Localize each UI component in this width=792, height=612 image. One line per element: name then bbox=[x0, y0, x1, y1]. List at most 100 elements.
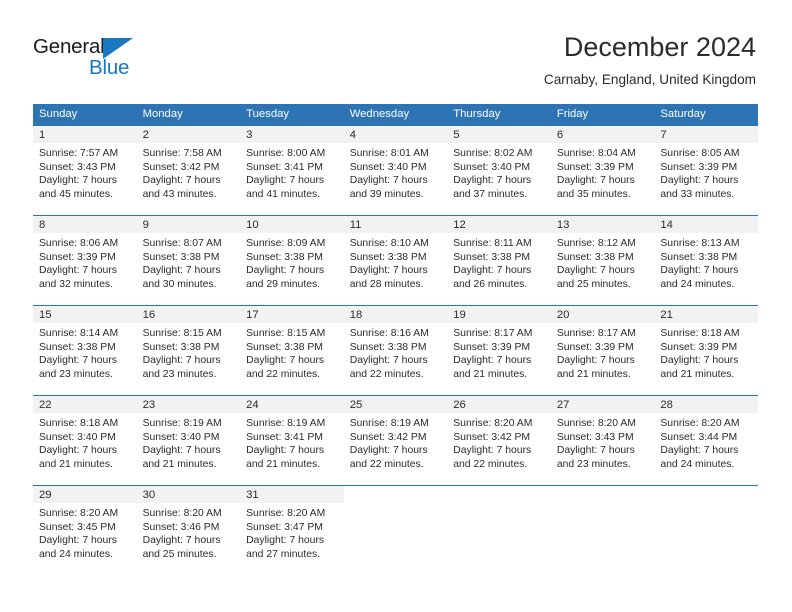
sunset-text: Sunset: 3:45 PM bbox=[39, 521, 116, 533]
daylight-text-line2: and 21 minutes. bbox=[142, 458, 217, 470]
calendar-day-cell[interactable]: 2 Sunrise: 7:58 AM Sunset: 3:42 PM Daylight… bbox=[136, 125, 241, 216]
sunrise-text: Sunrise: 8:17 AM bbox=[453, 328, 533, 339]
calendar-day-cell[interactable]: 15 Sunrise: 8:14 AM Sunset: 3:38 PM Dayligh… bbox=[33, 305, 137, 396]
calendar-day-cell bbox=[343, 485, 448, 575]
calendar-day-cell bbox=[550, 485, 655, 575]
day-number: 1 bbox=[33, 126, 137, 143]
daylight-text-line1: Daylight: 7 hours bbox=[142, 535, 221, 547]
brand-name-secondary: Blue bbox=[89, 56, 130, 79]
sunset-text: Sunset: 3:44 PM bbox=[660, 431, 738, 443]
calendar-day-cell[interactable]: 14 Sunrise: 8:13 AM Sunset: 3:38 PM Dayligh… bbox=[654, 215, 758, 306]
day-cell-inner: 1 Sunrise: 7:57 AM Sunset: 3:43 PM Daylight… bbox=[33, 126, 137, 215]
calendar-day-cell[interactable]: 26 Sunrise: 8:20 AM Sunset: 3:42 PM Dayligh… bbox=[447, 395, 551, 486]
day-number: 6 bbox=[550, 126, 655, 143]
day-cell-inner: 2 Sunrise: 7:58 AM Sunset: 3:42 PM Daylight… bbox=[136, 126, 241, 215]
daylight-text-line2: and 22 minutes. bbox=[349, 458, 424, 470]
calendar-day-cell[interactable]: 8 Sunrise: 8:06 AM Sunset: 3:39 PM Daylight… bbox=[33, 215, 137, 306]
brand-logo[interactable]: General Blue bbox=[33, 35, 163, 83]
day-details: Sunrise: 8:17 AM Sunset: 3:39 PM Daylight:… bbox=[551, 323, 655, 381]
daylight-text-line2: and 25 minutes. bbox=[556, 278, 631, 290]
calendar-day-cell[interactable]: 10 Sunrise: 8:09 AM Sunset: 3:38 PM Dayligh… bbox=[240, 215, 344, 306]
calendar-day-cell[interactable]: 6 Sunrise: 8:04 AM Sunset: 3:39 PM Daylight… bbox=[550, 125, 655, 216]
day-number: 26 bbox=[447, 396, 551, 413]
calendar-day-cell[interactable]: 16 Sunrise: 8:15 AM Sunset: 3:38 PM Dayligh… bbox=[136, 305, 241, 396]
calendar-day-cell[interactable]: 19 Sunrise: 8:17 AM Sunset: 3:39 PM Dayligh… bbox=[447, 305, 551, 396]
calendar-day-cell[interactable]: 30 Sunrise: 8:20 AM Sunset: 3:46 PM Dayligh… bbox=[136, 485, 241, 575]
calendar-day-cell[interactable]: 13 Sunrise: 8:12 AM Sunset: 3:38 PM Dayligh… bbox=[550, 215, 655, 306]
day-details: Sunrise: 7:58 AM Sunset: 3:42 PM Daylight:… bbox=[137, 143, 241, 201]
calendar-day-cell[interactable]: 29 Sunrise: 8:20 AM Sunset: 3:45 PM Dayligh… bbox=[33, 485, 137, 575]
calendar-day-cell[interactable]: 5 Sunrise: 8:02 AM Sunset: 3:40 PM Daylight… bbox=[447, 125, 551, 216]
day-number: 11 bbox=[343, 216, 448, 233]
calendar-day-cell[interactable]: 25 Sunrise: 8:19 AM Sunset: 3:42 PM Dayligh… bbox=[343, 395, 448, 486]
sunset-text: Sunset: 3:43 PM bbox=[556, 431, 634, 443]
sunrise-text: Sunrise: 8:19 AM bbox=[142, 418, 222, 429]
day-cell-inner: 8 Sunrise: 8:06 AM Sunset: 3:39 PM Daylight… bbox=[33, 216, 137, 305]
weekday-header-sunday: Sunday bbox=[33, 104, 137, 126]
calendar-day-cell[interactable]: 28 Sunrise: 8:20 AM Sunset: 3:44 PM Dayligh… bbox=[654, 395, 758, 486]
sunset-text: Sunset: 3:42 PM bbox=[142, 161, 220, 173]
day-cell-inner: 7 Sunrise: 8:05 AM Sunset: 3:39 PM Daylight… bbox=[654, 126, 758, 215]
sunrise-text: Sunrise: 8:17 AM bbox=[556, 328, 636, 339]
day-cell-inner: 28 Sunrise: 8:20 AM Sunset: 3:44 PM Dayligh… bbox=[654, 396, 758, 485]
calendar-day-cell[interactable]: 4 Sunrise: 8:01 AM Sunset: 3:40 PM Daylight… bbox=[343, 125, 448, 216]
daylight-text-line2: and 22 minutes. bbox=[349, 368, 424, 380]
calendar-day-cell[interactable]: 23 Sunrise: 8:19 AM Sunset: 3:40 PM Dayligh… bbox=[136, 395, 241, 486]
sunrise-text: Sunrise: 7:58 AM bbox=[142, 148, 222, 159]
calendar-day-cell[interactable]: 11 Sunrise: 8:10 AM Sunset: 3:38 PM Dayligh… bbox=[343, 215, 448, 306]
calendar-day-cell[interactable]: 31 Sunrise: 8:20 AM Sunset: 3:47 PM Dayligh… bbox=[240, 485, 344, 575]
sunset-text: Sunset: 3:40 PM bbox=[142, 431, 220, 443]
daylight-text-line1: Daylight: 7 hours bbox=[660, 265, 739, 277]
calendar-header: Sunday Monday Tuesday Wednesday Thursday… bbox=[33, 104, 758, 126]
sunset-text: Sunset: 3:40 PM bbox=[39, 431, 116, 443]
calendar-day-cell[interactable]: 21 Sunrise: 8:18 AM Sunset: 3:39 PM Dayligh… bbox=[654, 305, 758, 396]
sunrise-text: Sunrise: 8:09 AM bbox=[246, 238, 326, 249]
calendar-day-cell[interactable]: 27 Sunrise: 8:20 AM Sunset: 3:43 PM Dayligh… bbox=[550, 395, 655, 486]
day-number: 20 bbox=[550, 306, 655, 323]
sunrise-text: Sunrise: 8:20 AM bbox=[39, 508, 119, 519]
weekday-header-saturday: Saturday bbox=[654, 104, 758, 126]
daylight-text-line2: and 24 minutes. bbox=[660, 458, 735, 470]
calendar-day-cell[interactable]: 7 Sunrise: 8:05 AM Sunset: 3:39 PM Daylight… bbox=[654, 125, 758, 216]
sunrise-text: Sunrise: 8:19 AM bbox=[246, 418, 326, 429]
day-cell-inner: 30 Sunrise: 8:20 AM Sunset: 3:46 PM Dayligh… bbox=[136, 486, 241, 575]
calendar-day-cell[interactable]: 24 Sunrise: 8:19 AM Sunset: 3:41 PM Dayligh… bbox=[240, 395, 344, 486]
day-details: Sunrise: 8:02 AM Sunset: 3:40 PM Daylight:… bbox=[447, 143, 551, 201]
weekday-header-friday: Friday bbox=[550, 104, 655, 126]
daylight-text-line1: Daylight: 7 hours bbox=[39, 355, 117, 367]
daylight-text-line2: and 23 minutes. bbox=[556, 458, 631, 470]
daylight-text-line1: Daylight: 7 hours bbox=[660, 175, 739, 187]
calendar-week-row: 29 Sunrise: 8:20 AM Sunset: 3:45 PM Dayligh… bbox=[33, 485, 758, 575]
weekday-header-monday: Monday bbox=[136, 104, 241, 126]
calendar-week-row: 15 Sunrise: 8:14 AM Sunset: 3:38 PM Dayligh… bbox=[33, 305, 758, 396]
daylight-text-line1: Daylight: 7 hours bbox=[39, 265, 117, 277]
daylight-text-line2: and 28 minutes. bbox=[349, 278, 424, 290]
daylight-text-line2: and 43 minutes. bbox=[142, 188, 217, 200]
sunset-text: Sunset: 3:43 PM bbox=[39, 161, 116, 173]
day-details: Sunrise: 7:57 AM Sunset: 3:43 PM Daylight:… bbox=[33, 143, 137, 201]
calendar-page: General Blue December 2024 Carnaby, Engl… bbox=[0, 0, 792, 612]
day-number: 16 bbox=[136, 306, 241, 323]
calendar-day-cell[interactable]: 1 Sunrise: 7:57 AM Sunset: 3:43 PM Daylight… bbox=[33, 125, 137, 216]
calendar-day-cell[interactable]: 22 Sunrise: 8:18 AM Sunset: 3:40 PM Dayligh… bbox=[33, 395, 137, 486]
daylight-text-line2: and 25 minutes. bbox=[142, 548, 217, 560]
sunrise-text: Sunrise: 8:00 AM bbox=[246, 148, 326, 159]
day-number: 27 bbox=[550, 396, 655, 413]
day-cell-inner: 10 Sunrise: 8:09 AM Sunset: 3:38 PM Dayligh… bbox=[240, 216, 344, 305]
sunset-text: Sunset: 3:41 PM bbox=[246, 161, 323, 173]
calendar-day-cell[interactable]: 3 Sunrise: 8:00 AM Sunset: 3:41 PM Daylight… bbox=[240, 125, 344, 216]
day-number: 8 bbox=[33, 216, 137, 233]
calendar-day-cell[interactable]: 17 Sunrise: 8:15 AM Sunset: 3:38 PM Dayligh… bbox=[240, 305, 344, 396]
calendar-day-cell[interactable]: 18 Sunrise: 8:16 AM Sunset: 3:38 PM Dayligh… bbox=[343, 305, 448, 396]
day-details: Sunrise: 8:07 AM Sunset: 3:38 PM Daylight:… bbox=[137, 233, 241, 291]
weekday-header-wednesday: Wednesday bbox=[343, 104, 448, 126]
sunrise-text: Sunrise: 8:18 AM bbox=[660, 328, 740, 339]
calendar-day-cell[interactable]: 20 Sunrise: 8:17 AM Sunset: 3:39 PM Dayligh… bbox=[550, 305, 655, 396]
day-number: 18 bbox=[343, 306, 448, 323]
calendar-day-cell[interactable]: 9 Sunrise: 8:07 AM Sunset: 3:38 PM Daylight… bbox=[136, 215, 241, 306]
day-details: Sunrise: 8:18 AM Sunset: 3:39 PM Daylight:… bbox=[654, 323, 758, 381]
day-details: Sunrise: 8:09 AM Sunset: 3:38 PM Daylight:… bbox=[240, 233, 344, 291]
calendar-day-cell[interactable]: 12 Sunrise: 8:11 AM Sunset: 3:38 PM Dayligh… bbox=[447, 215, 551, 306]
day-number: 4 bbox=[343, 126, 448, 143]
day-cell-inner bbox=[447, 486, 551, 575]
